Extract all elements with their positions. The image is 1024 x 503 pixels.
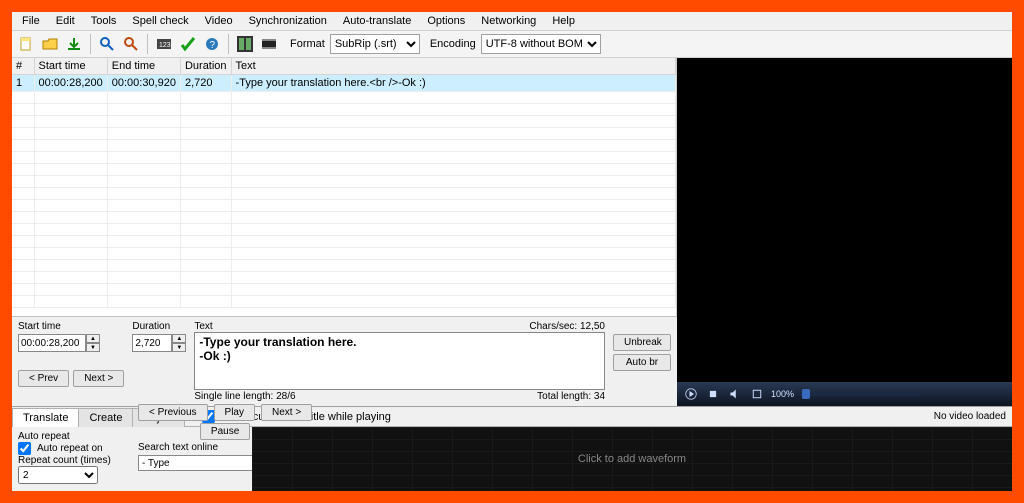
col-dur[interactable]: Duration [180,58,231,75]
dur-up[interactable]: ▲ [172,334,186,343]
col-num[interactable]: # [12,58,34,75]
single-line-length: Single line length: 28/6 [194,391,295,402]
find-icon[interactable] [96,33,118,55]
menu-tools[interactable]: Tools [83,13,125,29]
waveform-hint: Click to add waveform [578,453,686,465]
col-end[interactable]: End time [107,58,180,75]
video-panel: 100% [677,58,1012,406]
menu-edit[interactable]: Edit [48,13,83,29]
menu-help[interactable]: Help [544,13,583,29]
start-time-input[interactable] [18,334,86,352]
start-up[interactable]: ▲ [86,334,100,343]
encoding-label: Encoding [430,38,476,50]
waveform-area[interactable]: Click to add waveform [252,427,1012,491]
next-button[interactable]: Next > [73,370,124,387]
start-dn[interactable]: ▼ [86,343,100,352]
svg-text:?: ? [210,40,216,51]
replace-icon[interactable] [120,33,142,55]
volume-icon[interactable] [727,386,743,402]
video-icon[interactable] [258,33,280,55]
dur-dn[interactable]: ▼ [172,343,186,352]
left-pane: # Start time End time Duration Text 1 00… [12,58,677,406]
encoding-select[interactable]: UTF-8 without BOM [481,34,601,54]
subtitle-text-input[interactable]: -Type your translation here. -Ok :) [194,332,605,390]
unbreak-button[interactable]: Unbreak [613,334,671,351]
fullscreen-icon[interactable] [749,386,765,402]
start-time-spinner[interactable]: ▲▼ [18,334,124,352]
menu-video[interactable]: Video [197,13,241,29]
tab-create[interactable]: Create [78,408,133,427]
line-editor: Start time ▲▼ < Prev Next > Duration ▲▼ [12,316,677,406]
format-select[interactable]: SubRip (.srt) [330,34,420,54]
video-zoom-pct: 100% [771,389,794,399]
video-area[interactable] [677,58,1012,382]
video-seek-slider[interactable] [800,392,920,396]
duration-spinner[interactable]: ▲▼ [132,334,186,352]
duration-input[interactable] [132,334,172,352]
video-controls: 100% [677,382,1012,406]
total-length: Total length: 34 [537,391,605,402]
prev-button[interactable]: < Prev [18,370,69,387]
menu-options[interactable]: Options [419,13,473,29]
tab-translate[interactable]: Translate [12,408,79,427]
repeat-count-label: Repeat count (times) [18,455,111,466]
no-video-label: No video loaded [934,411,1012,422]
col-text[interactable]: Text [231,58,675,75]
save-icon[interactable] [63,33,85,55]
autobr-button[interactable]: Auto br [613,354,671,371]
translate-prev-button[interactable]: < Previous [138,404,208,421]
translate-pause-button[interactable]: Pause [200,423,250,440]
menu-autotranslate[interactable]: Auto-translate [335,13,419,29]
menu-networking[interactable]: Networking [473,13,544,29]
translate-controls: Auto repeat Auto repeat on Repeat count … [12,427,252,491]
repeat-count-select[interactable]: 2 [18,466,98,484]
netflix-icon[interactable] [234,33,256,55]
spellcheck-icon[interactable] [177,33,199,55]
open-file-icon[interactable] [39,33,61,55]
settings-icon[interactable]: ? [201,33,223,55]
app-window: File Edit Tools Spell check Video Synchr… [12,12,1012,491]
menu-sync[interactable]: Synchronization [241,13,335,29]
svg-text:123: 123 [159,42,171,49]
auto-repeat-checkbox[interactable] [18,442,31,455]
start-time-label: Start time [18,321,124,332]
translate-play-button[interactable]: Play [214,404,255,421]
text-label: Text [194,321,212,332]
table-row[interactable]: 1 00:00:28,200 00:00:30,920 2,720 -Type … [12,75,676,92]
stop-icon[interactable] [705,386,721,402]
play-icon[interactable] [683,386,699,402]
new-file-icon[interactable] [15,33,37,55]
chars-per-sec: Chars/sec: 12,50 [529,321,605,332]
translate-next-button[interactable]: Next > [261,404,312,421]
subtitle-grid[interactable]: # Start time End time Duration Text 1 00… [12,58,677,316]
menu-bar: File Edit Tools Spell check Video Synchr… [12,12,1012,31]
col-start[interactable]: Start time [34,58,107,75]
menu-file[interactable]: File [14,13,48,29]
main-area: # Start time End time Duration Text 1 00… [12,58,1012,406]
menu-spellcheck[interactable]: Spell check [124,13,196,29]
visual-sync-icon[interactable]: 123 [153,33,175,55]
toolbar: 123 ? Format SubRip (.srt) Encoding UTF-… [12,31,1012,58]
bottom-panel: Translate Create Adjust Select current s… [12,406,1012,491]
format-label: Format [290,38,325,50]
duration-label: Duration [132,321,186,332]
